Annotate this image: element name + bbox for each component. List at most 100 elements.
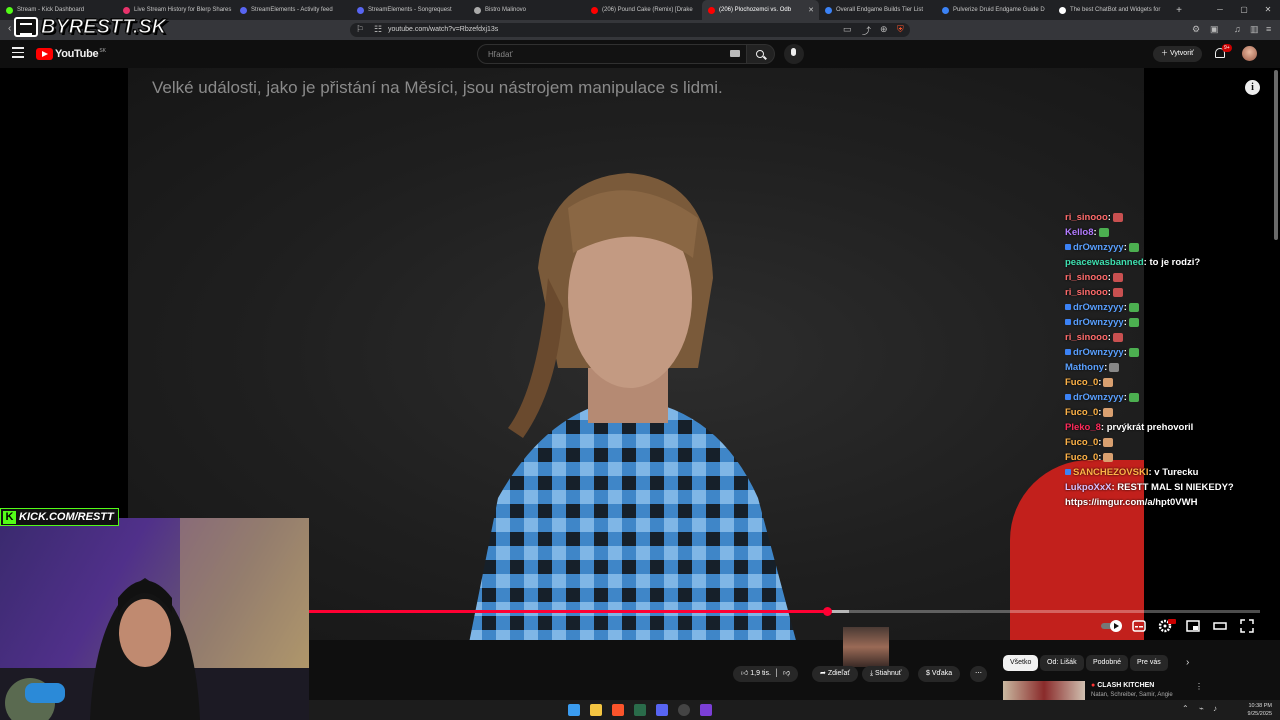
recommended-title-text: CLASH KITCHEN (1097, 682, 1155, 689)
chat-username: Fuco_0 (1065, 407, 1099, 418)
start-menu-icon[interactable] (568, 704, 580, 716)
close-window-icon[interactable]: ✕ (1256, 0, 1280, 20)
browser-tab[interactable]: StreamElements - Songrequest (351, 0, 468, 20)
browser-tab[interactable]: StreamElements - Activity feed (234, 0, 351, 20)
tab-label: StreamElements - Songrequest (368, 7, 452, 13)
minimize-icon[interactable]: ─ (1208, 0, 1232, 20)
tray-chevron-icon[interactable]: ⌃ (1182, 704, 1189, 713)
extensions-icon[interactable]: ⚙ (1192, 24, 1200, 35)
stream-chat-overlay: ri_sinooo: Kello8: drOwnzyyy: peacewasbanne… (1065, 210, 1275, 510)
url-text[interactable]: youtube.com/watch?v=Rbzefdxj13s (388, 26, 498, 33)
browser-tab-strip: Stream - Kick Dashboard Live Stream Histo… (0, 0, 1280, 20)
new-tab-icon[interactable]: + (1170, 5, 1188, 16)
more-actions-button[interactable]: ⋯ (970, 666, 987, 682)
chat-message: ri_sinooo: (1065, 285, 1275, 300)
tab-label: Live Stream History for Blerp Shares (134, 7, 232, 13)
site-settings-icon[interactable]: ☷ (374, 24, 382, 35)
progress-scrubber[interactable] (822, 607, 832, 616)
fullscreen-icon[interactable] (1240, 619, 1254, 633)
miniplayer-icon[interactable] (1186, 619, 1200, 633)
chat-username: ri_sinooo (1065, 287, 1108, 298)
search-input[interactable] (486, 48, 716, 60)
browser-tab[interactable]: Bistro Malinovo (468, 0, 585, 20)
settings-gear-icon[interactable] (1158, 619, 1176, 633)
filter-chip[interactable]: Podobné (1086, 655, 1129, 671)
clock-date: 9/25/2025 (1247, 711, 1272, 717)
progress-bar[interactable] (308, 607, 1260, 616)
cast-icon[interactable]: ▭ (843, 24, 852, 35)
cart-icon (14, 17, 38, 37)
create-button[interactable]: ＋ Vytvoriť (1153, 46, 1202, 62)
brave-shield-icon[interactable]: ⛨ (897, 24, 904, 35)
browser-tab[interactable]: Pulverize Druid Endgame Guide D (936, 0, 1053, 20)
taskbar-clock[interactable]: 10:38 PM 9/25/2025 (1248, 702, 1272, 718)
omnibox[interactable]: ⚐ ☷ youtube.com/watch?v=Rbzefdxj13s (350, 23, 910, 37)
brave-browser-icon[interactable] (612, 704, 624, 716)
tab-label: Bistro Malinovo (485, 7, 527, 13)
filter-chip[interactable]: Všetko (1003, 655, 1039, 671)
share-label: Zdieľať (827, 670, 850, 677)
keyboard-icon[interactable] (730, 50, 740, 57)
recommended-title[interactable]: ● CLASH KITCHEN (1091, 682, 1154, 689)
like-button[interactable]: 👍︎ 1,9 tis. │ 👎︎ (733, 666, 799, 682)
stream-logo-overlay: BYRESTT.SK (14, 14, 167, 40)
chat-username: SANCHEZOVSKI (1073, 467, 1149, 478)
app-icon[interactable] (700, 704, 712, 716)
search-icon (756, 50, 764, 58)
terminal-icon[interactable] (634, 704, 646, 716)
chat-emote-icon (1112, 212, 1123, 222)
filter-chip[interactable]: Od: Lišák (1040, 655, 1084, 671)
recommended-thumbnail[interactable] (1003, 681, 1085, 700)
sidebar-icon[interactable]: ▥ (1250, 24, 1259, 35)
chips-next-icon[interactable]: › (1186, 657, 1189, 668)
back-icon[interactable]: ‹ (8, 23, 11, 34)
search-button[interactable] (747, 44, 775, 64)
chat-text: prvýkrát prehovoril (1106, 422, 1194, 433)
youtube-logo[interactable]: YouTube SK (36, 48, 106, 60)
network-icon[interactable]: ⌁ (1199, 704, 1204, 713)
recommended-menu-icon[interactable]: ⋮ (1195, 682, 1203, 691)
browser-tab[interactable]: Overall Endgame Builds Tier List (819, 0, 936, 20)
info-icon[interactable]: i (1245, 80, 1260, 95)
chat-message: peacewasbanned: to je rodzi? (1065, 257, 1201, 268)
chat-username: Fuco_0 (1065, 377, 1099, 388)
chat-message: Mathony: (1065, 360, 1275, 375)
autoplay-toggle-icon[interactable] (1100, 619, 1124, 633)
thanks-button[interactable]: $ Vďaka (918, 666, 961, 682)
close-tab-icon[interactable]: ✕ (808, 6, 814, 14)
stream-logo-text: BYRESTT.SK (40, 15, 167, 38)
search-box (477, 44, 747, 64)
country-code: SK (99, 48, 106, 54)
chat-text: RESTT MAL SI NIEKEDY? (1117, 482, 1234, 493)
os-taskbar: ⌃ ⌁ ♪ 10:38 PM 9/25/2025 (309, 700, 1280, 720)
maximize-icon[interactable]: ▢ (1232, 0, 1256, 20)
hamburger-menu-icon[interactable] (12, 47, 24, 58)
account-avatar[interactable] (1242, 46, 1257, 61)
share-page-icon[interactable]: ⤴ (862, 24, 871, 37)
page-scrollbar[interactable] (1274, 70, 1278, 240)
youtube-logo-text: YouTube (55, 48, 99, 60)
bookmark-icon[interactable]: ⚐ (356, 24, 364, 35)
browser-menu-icon[interactable]: ≡ (1266, 24, 1271, 34)
browser-tab[interactable]: (206) Plochozemci vs. Odb ✕ (702, 0, 819, 20)
wallet-icon[interactable]: ▣ (1210, 24, 1219, 35)
voice-search-icon[interactable] (784, 44, 804, 64)
theater-mode-icon[interactable] (1213, 619, 1227, 633)
share-button[interactable]: ➦ Zdieľať (812, 666, 858, 682)
download-button[interactable]: ⤓ Stiahnuť (862, 666, 910, 682)
volume-icon[interactable]: ♪ (1213, 704, 1217, 713)
zoom-icon[interactable]: ⊕ (880, 24, 888, 35)
subtitles-icon[interactable] (1132, 619, 1146, 633)
browser-tab[interactable]: (206) Pound Cake (Remix) [Drake (585, 0, 702, 20)
chat-message: ri_sinooo: (1065, 330, 1275, 345)
create-label: Vytvoriť (1169, 50, 1194, 57)
live-dot-icon: ● (1091, 682, 1096, 689)
discord-icon[interactable] (656, 704, 668, 716)
media-icon[interactable]: ♫ (1234, 24, 1241, 34)
filter-chip[interactable]: Pre vás (1130, 655, 1168, 671)
browser-tab[interactable]: The best ChatBot and Widgets for (1053, 0, 1170, 20)
clock-time: 10:38 PM (1248, 703, 1272, 709)
obs-icon[interactable] (678, 704, 690, 716)
file-explorer-icon[interactable] (590, 704, 602, 716)
tab-favicon-icon (942, 6, 949, 14)
